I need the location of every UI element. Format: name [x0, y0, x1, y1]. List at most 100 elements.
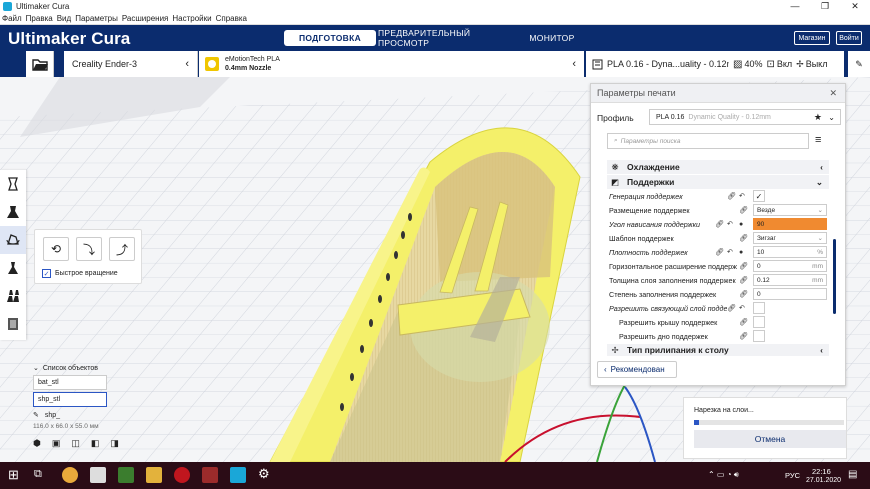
mirror-tool[interactable] [0, 254, 26, 282]
section-support[interactable]: ◩ Поддержки ⌄ [607, 175, 829, 189]
support-blocker-tool[interactable] [0, 310, 26, 338]
close-window-button[interactable]: ✕ [840, 0, 870, 12]
edit-settings-button[interactable]: ✎ [848, 51, 870, 77]
view-3d-icon[interactable]: ⬢ [33, 438, 41, 449]
print-settings-panel: Параметры печати ✕ Профиль PLA 0.16 Dyna… [590, 83, 846, 386]
chevron-down-icon: ⌄ [33, 365, 39, 372]
reset-icon[interactable]: ↶ [739, 192, 745, 200]
pencil-icon: ✎ [855, 58, 863, 69]
profile-summary: PLA 0.16 - Dyna...uality - 0.12mm [607, 59, 729, 69]
section-adhesion[interactable]: ✢ Тип прилипания к столу ‹ [607, 344, 829, 356]
tab-monitor[interactable]: МОНИТОР [520, 30, 584, 46]
link-icon[interactable]: 🔗︎ [727, 192, 736, 200]
per-model-settings-tool[interactable] [0, 282, 26, 310]
printer-selector[interactable]: Creality Ender-3 ‹ [64, 51, 198, 77]
support-pattern-select[interactable]: Зигзаг ⌄ [753, 232, 827, 244]
selected-object-name-row: ✎ shp_ [33, 411, 113, 420]
link-icon[interactable]: 🔗︎ [715, 220, 724, 228]
support-density-input[interactable]: 10 % [753, 246, 827, 258]
menu-extensions[interactable]: Расширения [122, 14, 169, 23]
infill-steps-input[interactable]: 0 [753, 288, 827, 300]
app-opera-icon[interactable] [174, 467, 190, 483]
reset-rotation-button[interactable]: ⟲ [43, 237, 69, 261]
reset-icon[interactable]: ↶ [727, 248, 733, 256]
link-icon[interactable]: 🔗︎ [739, 318, 748, 326]
link-icon[interactable]: 🔗︎ [739, 234, 748, 242]
menu-icon[interactable]: ≡ [815, 134, 821, 146]
view-top-icon[interactable]: ◫ [71, 438, 80, 449]
quick-rotate-checkbox[interactable]: ✓ [42, 269, 51, 278]
app-explorer-icon[interactable] [146, 467, 162, 483]
support-enable-checkbox[interactable]: ✓ [753, 190, 765, 202]
link-icon[interactable]: 🔗︎ [739, 262, 748, 270]
menu-preferences[interactable]: Настройки [172, 14, 211, 23]
view-front-icon[interactable]: ▣ [52, 438, 61, 449]
setting-label: Толщина слоя заполнения поддержек [609, 275, 736, 285]
menu-view[interactable]: Вид [57, 14, 71, 23]
app-calculator-icon[interactable] [90, 467, 106, 483]
app-minecraft-icon[interactable] [118, 467, 134, 483]
menu-file[interactable]: Файл [2, 14, 22, 23]
app-archive-icon[interactable] [202, 467, 218, 483]
star-icon[interactable]: ★ [814, 112, 822, 123]
quick-rotate-checkbox-row[interactable]: ✓ Быстрое вращение [42, 269, 118, 278]
recommended-button[interactable]: ‹ Рекомендован [597, 361, 677, 378]
view-right-icon[interactable]: ◨ [110, 438, 119, 449]
material-selector[interactable]: eMotionTech PLA 0.4mm Nozzle ‹ [199, 51, 584, 77]
object-item[interactable]: bat_stl [33, 375, 107, 390]
link-icon[interactable]: 🔗︎ [739, 276, 748, 284]
minimize-button[interactable]: — [780, 0, 810, 12]
app-cura-icon[interactable] [230, 467, 246, 483]
menu-help[interactable]: Справка [216, 14, 247, 23]
reset-icon[interactable]: ↶ [739, 304, 745, 312]
tab-prepare[interactable]: ПОДГОТОВКА [284, 30, 376, 46]
task-view-icon[interactable]: ⧉ [34, 468, 42, 481]
support-placement-select[interactable]: Везде ⌄ [753, 204, 827, 216]
infill-layer-thickness-input[interactable]: 0.12 mm [753, 274, 827, 286]
object-item-selected[interactable]: shp_stl [33, 392, 107, 407]
scale-tool[interactable] [0, 198, 26, 226]
select-face-button[interactable]: ⤴ [109, 237, 135, 261]
link-icon[interactable]: 🔗︎ [727, 304, 736, 312]
chevron-left-icon: ‹ [572, 58, 576, 70]
menu-bar: Файл Правка Вид Параметры Расширения Нас… [0, 12, 870, 25]
marketplace-button[interactable]: Магазин [794, 31, 830, 45]
chevron-down-icon: ⌄ [817, 235, 823, 242]
app-settings-icon[interactable]: ⚙ [258, 466, 270, 482]
profile-dropdown[interactable]: PLA 0.16 Dynamic Quality - 0.12mm ★ ⌄ [649, 109, 841, 125]
setting-label: Разрешить связующий слой поддержки [609, 303, 727, 313]
start-menu-icon[interactable]: ⊞ [8, 467, 19, 483]
settings-scrollbar[interactable] [833, 239, 836, 314]
notifications-icon[interactable]: ▤ [848, 469, 857, 480]
menu-settings[interactable]: Параметры [75, 14, 118, 23]
link-icon[interactable]: 🔗︎ [715, 248, 724, 256]
overhang-angle-input[interactable]: 90 [753, 218, 827, 230]
cancel-slicing-button[interactable]: Отмена [694, 430, 846, 448]
open-file-button[interactable] [26, 51, 54, 77]
horizontal-expansion-input[interactable]: 0 mm [753, 260, 827, 272]
view-left-icon[interactable]: ◧ [91, 438, 100, 449]
support-interface-checkbox[interactable] [753, 302, 765, 314]
link-icon[interactable]: 🔗︎ [739, 332, 748, 340]
login-button[interactable]: Войти [836, 31, 862, 45]
tray-icons[interactable]: ⌃ ▭ ◔ 🔊︎ [708, 470, 739, 480]
rotate-tool[interactable] [0, 226, 26, 254]
input-language[interactable]: РУС [785, 471, 800, 480]
app-chrome-icon[interactable] [62, 467, 78, 483]
link-icon[interactable]: 🔗︎ [739, 290, 748, 298]
reset-icon[interactable]: ↶ [727, 220, 733, 228]
settings-search-input[interactable]: ⌕ Параметры поиска [607, 133, 809, 149]
link-icon[interactable]: 🔗︎ [739, 206, 748, 214]
support-roof-checkbox[interactable] [753, 316, 765, 328]
tab-preview[interactable]: ПРЕДВАРИТЕЛЬНЫЙ ПРОСМОТР [378, 28, 508, 48]
close-panel-icon[interactable]: ✕ [829, 88, 837, 99]
support-bottom-checkbox[interactable] [753, 330, 765, 342]
setting-row-support-pattern: Шаблон поддержек 🔗︎ Зигзаг ⌄ [609, 231, 829, 245]
menu-edit[interactable]: Правка [26, 14, 53, 23]
maximize-button[interactable]: ❐ [810, 0, 840, 12]
move-tool[interactable] [0, 170, 26, 198]
lay-flat-button[interactable]: ⤵ [76, 237, 102, 261]
print-settings-selector[interactable]: PLA 0.16 - Dyna...uality - 0.12mm ▨ 40% … [586, 51, 844, 77]
object-list-header[interactable]: ⌄ Список объектов [33, 364, 113, 373]
section-cooling[interactable]: ❋ Охлаждение ‹ [607, 160, 829, 174]
